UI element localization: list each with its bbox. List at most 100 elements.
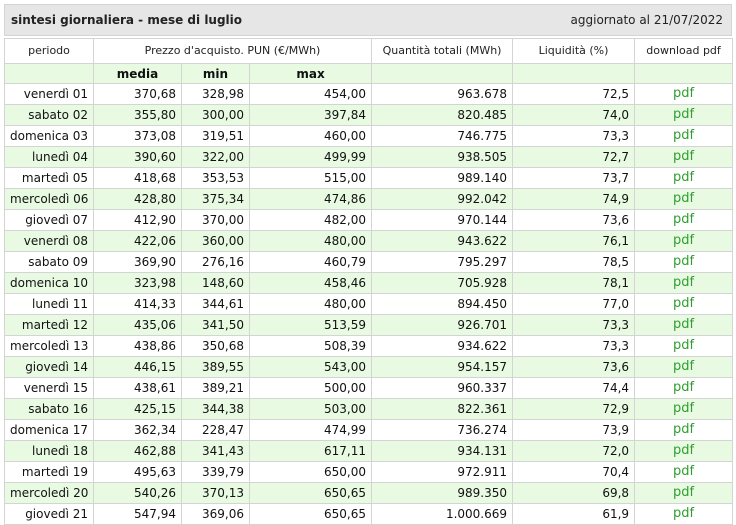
col-header-liquidity: Liquidità (%) <box>512 38 636 64</box>
cell-day: mercoledì 20 <box>4 482 94 504</box>
pdf-link[interactable]: pdf <box>634 167 734 189</box>
cell-quantity: 820.485 <box>371 104 514 126</box>
pdf-link[interactable]: pdf <box>634 230 734 252</box>
table-row: venerdì 08 422,06 360,00 480,00 943.622 76,1 p… <box>4 230 734 252</box>
cell-min: 148,60 <box>181 272 250 294</box>
cell-media: 323,98 <box>93 272 182 294</box>
table-row: mercoledì 13 438,86 350,68 508,39 934.622 73,… <box>4 335 734 357</box>
cell-quantity: 954.157 <box>371 356 514 378</box>
cell-liquidity: 73,3 <box>512 314 636 336</box>
cell-media: 370,68 <box>93 83 182 105</box>
cell-max: 458,46 <box>248 272 373 294</box>
pdf-link[interactable]: pdf <box>634 335 734 357</box>
table-row: venerdì 01 370,68 328,98 454,00 963.678 72,5 p… <box>4 83 734 105</box>
cell-liquidity: 72,0 <box>512 440 636 462</box>
cell-media: 369,90 <box>93 251 182 273</box>
cell-min: 350,68 <box>181 335 250 357</box>
table-row: lunedì 11 414,33 344,61 480,00 894.450 77,0 pd… <box>4 293 734 315</box>
cell-quantity: 989.140 <box>371 167 514 189</box>
cell-liquidity: 77,0 <box>512 293 636 315</box>
table-row: giovedì 07 412,90 370,00 482,00 970.144 73,6 p… <box>4 209 734 231</box>
cell-min: 369,06 <box>181 503 250 525</box>
cell-liquidity: 76,1 <box>512 230 636 252</box>
cell-quantity: 736.274 <box>371 419 514 441</box>
pdf-link[interactable]: pdf <box>634 398 734 420</box>
pdf-link[interactable]: pdf <box>634 251 734 273</box>
cell-day: mercoledì 06 <box>4 188 94 210</box>
pdf-link[interactable]: pdf <box>634 356 734 378</box>
pdf-link[interactable]: pdf <box>634 293 734 315</box>
cell-max: 503,00 <box>248 398 373 420</box>
table-row: martedì 12 435,06 341,50 513,59 926.701 73,3 p… <box>4 314 734 336</box>
col-header-quantity: Quantità totali (MWh) <box>371 38 514 64</box>
cell-liquidity: 72,5 <box>512 83 636 105</box>
pdf-link[interactable]: pdf <box>634 146 734 168</box>
cell-quantity: 934.131 <box>371 440 514 462</box>
pdf-link[interactable]: pdf <box>634 104 734 126</box>
cell-media: 373,08 <box>93 125 182 147</box>
cell-max: 397,84 <box>248 104 373 126</box>
table-row: domenica 03 373,08 319,51 460,00 746.775 73,3… <box>4 125 734 147</box>
cell-liquidity: 72,7 <box>512 146 636 168</box>
pdf-link[interactable]: pdf <box>634 272 734 294</box>
cell-max: 480,00 <box>248 230 373 252</box>
cell-day: lunedì 11 <box>4 293 94 315</box>
cell-min: 360,00 <box>181 230 250 252</box>
cell-min: 328,98 <box>181 83 250 105</box>
table-row: sabato 09 369,90 276,16 460,79 795.297 78,5 pd… <box>4 251 734 273</box>
cell-day: sabato 09 <box>4 251 94 273</box>
pdf-link[interactable]: pdf <box>634 482 734 504</box>
title-bar: sintesi giornaliera - mese di luglio agg… <box>4 4 732 36</box>
subheader-empty <box>4 63 94 84</box>
pdf-link[interactable]: pdf <box>634 440 734 462</box>
cell-max: 499,99 <box>248 146 373 168</box>
subheader-row: media min max <box>4 63 734 84</box>
page: sintesi giornaliera - mese di luglio agg… <box>0 0 736 525</box>
cell-quantity: 960.337 <box>371 377 514 399</box>
cell-day: domenica 10 <box>4 272 94 294</box>
cell-quantity: 705.928 <box>371 272 514 294</box>
cell-day: sabato 02 <box>4 104 94 126</box>
table-row: domenica 10 323,98 148,60 458,46 705.928 78,1… <box>4 272 734 294</box>
cell-max: 454,00 <box>248 83 373 105</box>
cell-min: 353,53 <box>181 167 250 189</box>
pdf-link[interactable]: pdf <box>634 419 734 441</box>
pdf-link[interactable]: pdf <box>634 83 734 105</box>
cell-media: 412,90 <box>93 209 182 231</box>
pdf-link[interactable]: pdf <box>634 209 734 231</box>
pdf-link[interactable]: pdf <box>634 377 734 399</box>
cell-min: 341,43 <box>181 440 250 462</box>
table-row: domenica 17 362,34 228,47 474,99 736.274 73,9… <box>4 419 734 441</box>
cell-min: 375,34 <box>181 188 250 210</box>
cell-quantity: 822.361 <box>371 398 514 420</box>
cell-quantity: 795.297 <box>371 251 514 273</box>
cell-liquidity: 72,9 <box>512 398 636 420</box>
cell-max: 543,00 <box>248 356 373 378</box>
pdf-link[interactable]: pdf <box>634 503 734 525</box>
cell-quantity: 943.622 <box>371 230 514 252</box>
cell-min: 389,21 <box>181 377 250 399</box>
pdf-link[interactable]: pdf <box>634 314 734 336</box>
table-row: venerdì 15 438,61 389,21 500,00 960.337 74,4 p… <box>4 377 734 399</box>
cell-max: 474,86 <box>248 188 373 210</box>
cell-max: 500,00 <box>248 377 373 399</box>
col-header-price: Prezzo d'acquisto. PUN (€/MWh) <box>92 38 373 64</box>
cell-media: 422,06 <box>93 230 182 252</box>
cell-media: 438,61 <box>93 377 182 399</box>
table-row: giovedì 14 446,15 389,55 543,00 954.157 73,6 p… <box>4 356 734 378</box>
cell-day: lunedì 04 <box>4 146 94 168</box>
pdf-link[interactable]: pdf <box>634 125 734 147</box>
cell-liquidity: 73,3 <box>512 335 636 357</box>
cell-liquidity: 73,9 <box>512 419 636 441</box>
col-header-download: download pdf <box>634 38 734 64</box>
cell-max: 650,65 <box>248 503 373 525</box>
cell-day: venerdì 15 <box>4 377 94 399</box>
cell-max: 617,11 <box>248 440 373 462</box>
daily-summary-table: periodo Prezzo d'acquisto. PUN (€/MWh) Q… <box>4 38 734 525</box>
cell-media: 390,60 <box>93 146 182 168</box>
table-body: venerdì 01 370,68 328,98 454,00 963.678 72,5 p… <box>4 83 734 525</box>
pdf-link[interactable]: pdf <box>634 188 734 210</box>
cell-day: domenica 03 <box>4 125 94 147</box>
cell-max: 513,59 <box>248 314 373 336</box>
cell-day: giovedì 14 <box>4 356 94 378</box>
